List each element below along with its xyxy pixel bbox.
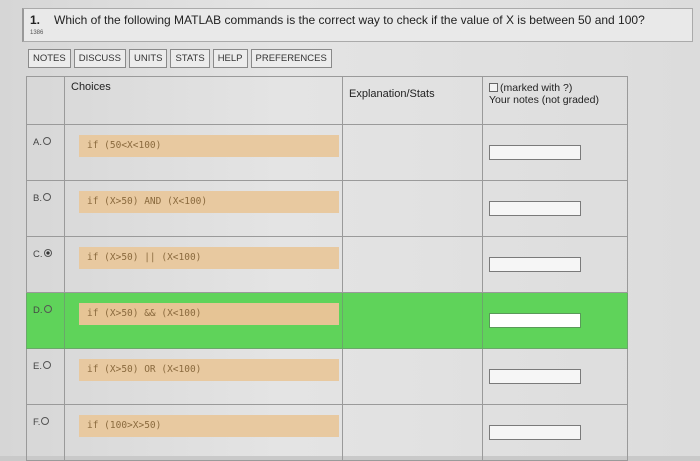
notes-cell bbox=[482, 236, 628, 293]
choice-label-cell: E. bbox=[26, 348, 65, 405]
tab-discuss[interactable]: DISCUSS bbox=[73, 49, 126, 68]
choice-code[interactable]: if (50<X<100) bbox=[79, 135, 339, 157]
table-row: F. if (100>X>50) bbox=[26, 404, 628, 461]
notes-input[interactable] bbox=[489, 425, 581, 440]
choice-cell: if (X>50) || (X<100) bbox=[64, 236, 343, 293]
choice-label-cell: F. bbox=[26, 404, 65, 461]
notes-cell bbox=[482, 292, 628, 349]
choice-label: A. bbox=[33, 137, 42, 148]
header-explanation: Explanation/Stats bbox=[342, 76, 483, 125]
choice-label: D. bbox=[33, 305, 43, 316]
header-notes: (marked with ?) Your notes (not graded) bbox=[482, 76, 628, 125]
table-row-highlighted: D. if (X>50) && (X<100) bbox=[26, 292, 628, 349]
tab-stats[interactable]: STATS bbox=[170, 49, 210, 68]
question-panel: 1. Which of the following MATLAB command… bbox=[22, 8, 693, 42]
notes-cell bbox=[482, 180, 628, 237]
tab-bar: NOTES DISCUSS UNITS STATS HELP PREFERENC… bbox=[28, 49, 332, 68]
quiz-page: 1. Which of the following MATLAB command… bbox=[0, 0, 700, 461]
notes-input[interactable] bbox=[489, 201, 581, 216]
choice-cell: if (100>X>50) bbox=[64, 404, 343, 461]
choice-label: F. bbox=[33, 417, 41, 428]
choice-label-cell: B. bbox=[26, 180, 65, 237]
explanation-cell bbox=[342, 124, 483, 181]
notes-cell bbox=[482, 348, 628, 405]
choice-code[interactable]: if (X>50) && (X<100) bbox=[79, 303, 339, 325]
table-row: C. if (X>50) || (X<100) bbox=[26, 236, 628, 293]
notes-input[interactable] bbox=[489, 257, 581, 272]
choice-cell: if (X>50) AND (X<100) bbox=[64, 180, 343, 237]
choice-code[interactable]: if (X>50) OR (X<100) bbox=[79, 359, 339, 381]
choice-code[interactable]: if (X>50) AND (X<100) bbox=[79, 191, 339, 213]
explanation-cell bbox=[342, 348, 483, 405]
marked-checkbox[interactable] bbox=[489, 83, 498, 92]
explanation-cell bbox=[342, 180, 483, 237]
table-row: B. if (X>50) AND (X<100) bbox=[26, 180, 628, 237]
tab-notes[interactable]: NOTES bbox=[28, 49, 71, 68]
notes-input[interactable] bbox=[489, 313, 581, 328]
choice-code[interactable]: if (100>X>50) bbox=[79, 415, 339, 437]
table-row: E. if (X>50) OR (X<100) bbox=[26, 348, 628, 405]
notes-input[interactable] bbox=[489, 369, 581, 384]
header-label-cell bbox=[26, 76, 65, 125]
choice-label: C. bbox=[33, 249, 43, 260]
choice-label-cell: A. bbox=[26, 124, 65, 181]
choice-code[interactable]: if (X>50) || (X<100) bbox=[79, 247, 339, 269]
notes-cell bbox=[482, 124, 628, 181]
notes-cell bbox=[482, 404, 628, 461]
header-notes-line1: (marked with ?) bbox=[500, 82, 573, 94]
radio-b[interactable] bbox=[42, 193, 51, 201]
choice-cell: if (X>50) && (X<100) bbox=[64, 292, 343, 349]
choice-cell: if (50<X<100) bbox=[64, 124, 343, 181]
choices-table: Choices Explanation/Stats (marked with ?… bbox=[26, 76, 628, 461]
question-id: 1386 bbox=[30, 30, 44, 36]
explanation-cell bbox=[342, 292, 483, 349]
notes-input[interactable] bbox=[489, 145, 581, 160]
radio-c-selected[interactable] bbox=[43, 249, 52, 257]
question-number: 1. bbox=[30, 13, 41, 27]
choice-label-cell: C. bbox=[26, 236, 65, 293]
explanation-cell bbox=[342, 236, 483, 293]
radio-e[interactable] bbox=[42, 361, 51, 369]
question-text: Which of the following MATLAB commands i… bbox=[54, 13, 645, 27]
choice-cell: if (X>50) OR (X<100) bbox=[64, 348, 343, 405]
radio-d[interactable] bbox=[43, 305, 52, 313]
explanation-cell bbox=[342, 404, 483, 461]
tab-units[interactable]: UNITS bbox=[128, 49, 168, 68]
choice-label: E. bbox=[33, 361, 42, 372]
header-choices: Choices bbox=[64, 76, 343, 125]
choice-label: B. bbox=[33, 193, 42, 204]
table-header-row: Choices Explanation/Stats (marked with ?… bbox=[26, 76, 628, 125]
header-notes-line2: Your notes (not graded) bbox=[489, 94, 599, 106]
tab-preferences[interactable]: PREFERENCES bbox=[250, 49, 332, 68]
table-row: A. if (50<X<100) bbox=[26, 124, 628, 181]
choice-label-cell: D. bbox=[26, 292, 65, 349]
radio-f[interactable] bbox=[41, 417, 50, 425]
radio-a[interactable] bbox=[42, 137, 51, 145]
tab-help[interactable]: HELP bbox=[212, 49, 248, 68]
